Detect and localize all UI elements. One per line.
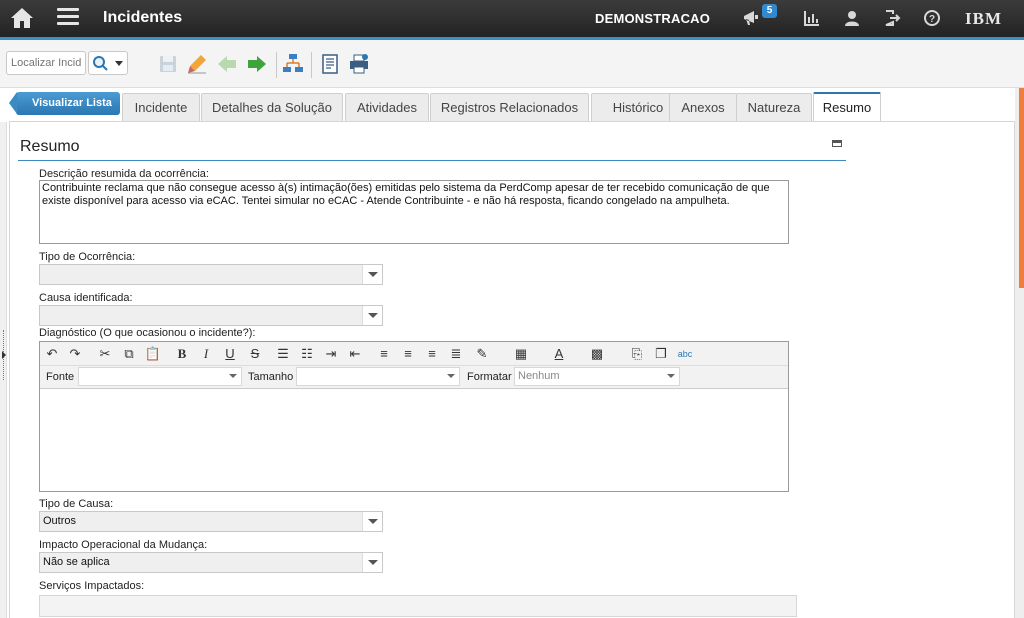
impacto-value: Não se aplica [43, 556, 110, 568]
outdent-icon[interactable]: ⇤ [346, 345, 364, 363]
workflow-route-icon[interactable] [282, 53, 304, 75]
font-color-icon[interactable]: A [550, 345, 568, 363]
chevron-down-icon[interactable] [362, 306, 382, 325]
previous-record-icon[interactable] [216, 53, 238, 75]
editor-format-row: Fonte Tamanho Formatar Nenhum [40, 366, 788, 389]
editor-toolbar: ↶ ↷ ✂ ⧉ 📋 B I U S ☰ ☷ ⇥ ⇤ ≡ ≡ ≡ ≣ ✎ ▦ A … [40, 342, 788, 366]
organization-name: DEMONSTRACAO [595, 11, 711, 26]
ibm-logo: IBM [965, 9, 1002, 28]
format-label: Formatar [467, 371, 512, 383]
underline-icon[interactable]: U [221, 345, 239, 363]
tipo-ocorrencia-select[interactable] [39, 264, 383, 285]
reports-chart-icon[interactable] [803, 9, 823, 27]
print-icon[interactable] [348, 53, 370, 75]
indent-icon[interactable]: ⇥ [322, 345, 340, 363]
toolbar-separator [276, 52, 277, 78]
expand-arrow-icon[interactable] [2, 351, 6, 359]
tipo-ocorrencia-label: Tipo de Ocorrência: [39, 251, 136, 263]
section-divider [18, 160, 846, 161]
size-label: Tamanho [248, 371, 294, 383]
impacto-label: Impacto Operacional da Mudança: [39, 539, 208, 551]
chevron-down-icon[interactable] [362, 265, 382, 284]
bulletin-megaphone-icon[interactable] [742, 9, 762, 27]
tab-incidente[interactable]: Incidente [122, 93, 200, 121]
descricao-textarea[interactable]: Contribuinte reclama que não consegue ac… [39, 180, 789, 244]
tab-atividades[interactable]: Atividades [345, 93, 429, 121]
section-title: Resumo [20, 138, 80, 155]
search-button[interactable] [88, 51, 128, 75]
tab-resumo[interactable]: Resumo [813, 92, 881, 122]
next-record-icon[interactable] [246, 53, 268, 75]
tipo-causa-select[interactable]: Outros [39, 511, 383, 532]
spellcheck-icon[interactable]: abc [676, 345, 694, 363]
servicos-impactados-field[interactable] [39, 595, 797, 617]
justify-icon[interactable]: ≣ [447, 345, 465, 363]
cut-icon[interactable]: ✂ [96, 345, 114, 363]
tab-registros-relacionados[interactable]: Registros Relacionados [430, 93, 589, 121]
align-center-icon[interactable]: ≡ [423, 345, 441, 363]
copy-icon[interactable]: ⧉ [120, 345, 138, 363]
ordered-list-icon[interactable]: ☰ [274, 345, 292, 363]
home-icon[interactable] [10, 7, 34, 29]
record-tabs: Visualizar Lista Incidente Detalhes da S… [9, 88, 1015, 122]
format-select[interactable]: Nenhum [514, 367, 680, 386]
menu-icon[interactable] [57, 8, 79, 28]
diagnostico-label: Diagnóstico (O que ocasionou o incidente… [39, 327, 256, 339]
bullet-list-icon[interactable]: ☷ [298, 345, 316, 363]
diagnostico-rich-text-editor[interactable]: ↶ ↷ ✂ ⧉ 📋 B I U S ☰ ☷ ⇥ ⇤ ≡ ≡ ≡ ≣ ✎ ▦ A … [39, 341, 789, 492]
causa-select[interactable] [39, 305, 383, 326]
find-incident-input[interactable] [6, 51, 86, 75]
sign-out-icon[interactable] [883, 9, 903, 27]
notification-badge[interactable]: 5 [762, 4, 777, 18]
view-list-button[interactable]: Visualizar Lista [9, 92, 120, 115]
action-toolbar [0, 40, 1024, 88]
tipo-causa-label: Tipo de Causa: [39, 498, 114, 510]
top-navigation-bar: Incidentes DEMONSTRACAO 5 ? IBM [0, 0, 1024, 40]
paste-from-word-icon[interactable]: ❐ [652, 345, 670, 363]
user-profile-icon[interactable] [843, 9, 863, 27]
paste-icon[interactable]: 📋 [144, 345, 162, 363]
view-history-icon[interactable] [319, 53, 341, 75]
undo-icon[interactable]: ↶ [43, 345, 61, 363]
font-select[interactable] [78, 367, 242, 386]
tab-detalhes-da-solucao[interactable]: Detalhes da Solução [201, 93, 343, 121]
chevron-down-icon[interactable] [362, 553, 382, 572]
table-icon[interactable]: ▦ [512, 345, 530, 363]
app-title: Incidentes [103, 9, 183, 26]
clear-changes-icon[interactable] [186, 53, 208, 75]
servicos-label: Serviços Impactados: [39, 580, 145, 592]
tab-natureza[interactable]: Natureza [736, 93, 812, 121]
toolbar-separator [311, 52, 312, 78]
impacto-select[interactable]: Não se aplica [39, 552, 383, 573]
tipo-causa-value: Outros [43, 515, 77, 527]
redo-icon[interactable]: ↷ [66, 345, 84, 363]
bold-icon[interactable]: B [173, 345, 191, 363]
strikethrough-icon[interactable]: S [246, 345, 264, 363]
chevron-down-icon[interactable] [362, 512, 382, 531]
insert-link-icon[interactable]: ⎘ [628, 345, 646, 363]
align-left-icon[interactable]: ≡ [375, 345, 393, 363]
background-color-icon[interactable]: ▩ [588, 345, 606, 363]
size-select[interactable] [296, 367, 460, 386]
collapse-section-icon[interactable] [832, 140, 842, 147]
tab-anexos[interactable]: Anexos [669, 93, 737, 121]
help-icon[interactable]: ? [923, 9, 943, 27]
highlight-pen-icon[interactable]: ✎ [473, 345, 491, 363]
svg-text:?: ? [929, 14, 935, 25]
descricao-label: Descrição resumida da ocorrência: [39, 168, 209, 180]
align-right-icon[interactable]: ≡ [399, 345, 417, 363]
causa-label: Causa identificada: [39, 292, 133, 304]
save-icon[interactable] [157, 53, 179, 75]
italic-icon[interactable]: I [197, 345, 215, 363]
font-label: Fonte [46, 371, 75, 383]
scrollbar-thumb[interactable] [1019, 88, 1024, 288]
